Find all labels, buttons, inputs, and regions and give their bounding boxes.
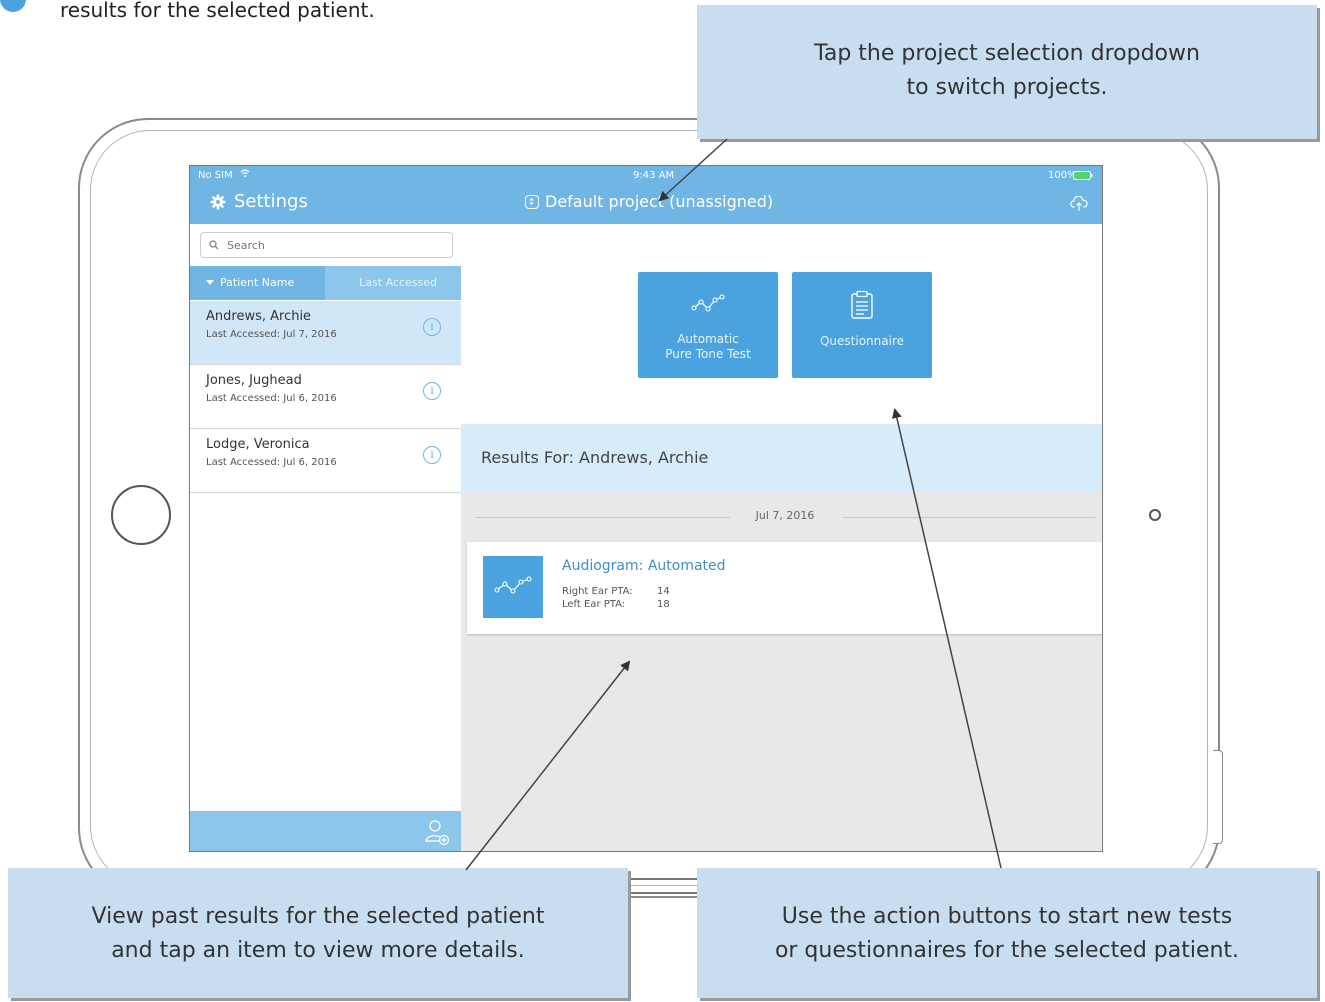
search-icon [209, 240, 219, 250]
app-screen: No SIM 9:43 AM 100% Settings Default pro… [189, 165, 1103, 852]
battery-icon [1073, 171, 1093, 183]
callout-line: Tap the project selection dropdown [814, 41, 1200, 66]
callout-line: to switch projects. [906, 75, 1108, 100]
dock-connector [630, 878, 700, 894]
right-ear-label: Right Ear PTA: [562, 586, 633, 597]
settings-button[interactable]: Settings [210, 191, 308, 212]
pure-tone-label: Automatic Pure Tone Test [638, 332, 778, 362]
result-date: Jul 7, 2016 [755, 509, 815, 522]
clipboard-icon [850, 290, 874, 323]
divider-line [842, 517, 1095, 518]
sort-bar: Patient Name Last Accessed [190, 266, 461, 300]
callout-line: View past results for the selected patie… [91, 904, 545, 929]
info-icon[interactable]: i [423, 318, 441, 336]
audiogram-icon [691, 294, 725, 317]
settings-label: Settings [234, 191, 308, 212]
cloud-upload-icon[interactable] [1070, 195, 1088, 216]
info-icon[interactable]: i [423, 382, 441, 400]
status-bar: No SIM 9:43 AM 100% [190, 166, 1102, 186]
patient-last-accessed: Last Accessed: Jul 6, 2016 [206, 393, 337, 404]
caret-down-icon [206, 280, 214, 285]
patient-sidebar: Patient Name Last Accessed Andrews, Arch… [190, 224, 462, 851]
camera-icon [1149, 509, 1161, 521]
callout-line: or questionnaires for the selected patie… [774, 938, 1240, 963]
patient-last-accessed: Last Accessed: Jul 7, 2016 [206, 329, 337, 340]
carrier-label: No SIM [198, 170, 233, 181]
result-details: Right Ear PTA: 14 Left Ear PTA: 18 [562, 585, 670, 611]
callout-line: and tap an item to view more details. [111, 938, 525, 963]
right-ear-value: 14 [657, 586, 670, 597]
sort-patient-name-tab[interactable]: Patient Name [190, 266, 325, 300]
patient-row[interactable]: Lodge, Veronica Last Accessed: Jul 6, 20… [190, 429, 461, 493]
add-patient-icon[interactable] [425, 819, 450, 849]
search-field[interactable] [200, 232, 453, 258]
info-icon[interactable]: i [423, 446, 441, 464]
divider-line [475, 517, 730, 518]
wifi-icon [240, 169, 250, 181]
patient-list: Andrews, Archie Last Accessed: Jul 7, 20… [190, 301, 461, 493]
clock: 9:43 AM [633, 170, 675, 181]
intro-text: results for the selected patient. [60, 0, 375, 22]
pure-tone-label-line1: Automatic [677, 332, 739, 346]
results-header: Results For: Andrews, Archie [461, 424, 1102, 492]
past-results-callout: View past results for the selected patie… [8, 868, 628, 998]
pure-tone-label-line2: Pure Tone Test [665, 347, 751, 361]
result-title: Audiogram: Automated [562, 558, 726, 574]
left-ear-label: Left Ear PTA: [562, 599, 626, 610]
search-input[interactable] [225, 237, 429, 253]
action-buttons-callout: Use the action buttons to start new test… [697, 868, 1317, 998]
questionnaire-label: Questionnaire [819, 334, 905, 348]
questionnaire-button[interactable]: Questionnaire [792, 272, 932, 378]
main-panel: Automatic Pure Tone Test Questionnaire R… [461, 224, 1102, 851]
patient-row[interactable]: Jones, Jughead Last Accessed: Jul 6, 201… [190, 365, 461, 429]
step-bullet-icon [0, 0, 26, 12]
dropdown-icon [525, 194, 539, 209]
patient-last-accessed: Last Accessed: Jul 6, 2016 [206, 457, 337, 468]
result-thumbnail [483, 556, 543, 618]
pure-tone-test-button[interactable]: Automatic Pure Tone Test [638, 272, 778, 378]
sidebar-footer [190, 811, 461, 851]
sort-last-accessed-tab[interactable]: Last Accessed [325, 266, 461, 300]
patient-row[interactable]: Andrews, Archie Last Accessed: Jul 7, 20… [190, 301, 461, 365]
nav-bar: Settings Default project (unassigned) [190, 186, 1102, 224]
patient-name: Lodge, Veronica [206, 437, 310, 452]
patient-name: Andrews, Archie [206, 309, 312, 324]
result-card[interactable]: Audiogram: Automated Right Ear PTA: 14 Le… [467, 542, 1102, 634]
project-dropdown-callout: Tap the project selection dropdown to sw… [697, 5, 1317, 139]
date-divider: Jul 7, 2016 [475, 507, 1095, 527]
sort-last-accessed-label: Last Accessed [359, 276, 437, 289]
actions-area: Automatic Pure Tone Test Questionnaire [461, 224, 1102, 424]
project-dropdown[interactable]: Default project (unassigned) [525, 192, 773, 211]
results-title: Results For: Andrews, Archie [481, 448, 709, 467]
home-button [111, 485, 171, 545]
audiogram-icon [494, 576, 532, 594]
side-button [1213, 750, 1223, 844]
sort-patient-name-label: Patient Name [220, 276, 295, 289]
gear-icon [210, 194, 226, 209]
patient-name: Jones, Jughead [206, 373, 302, 388]
callout-line: Use the action buttons to start new test… [781, 904, 1233, 929]
left-ear-value: 18 [657, 599, 670, 610]
project-label: Default project (unassigned) [545, 192, 774, 211]
